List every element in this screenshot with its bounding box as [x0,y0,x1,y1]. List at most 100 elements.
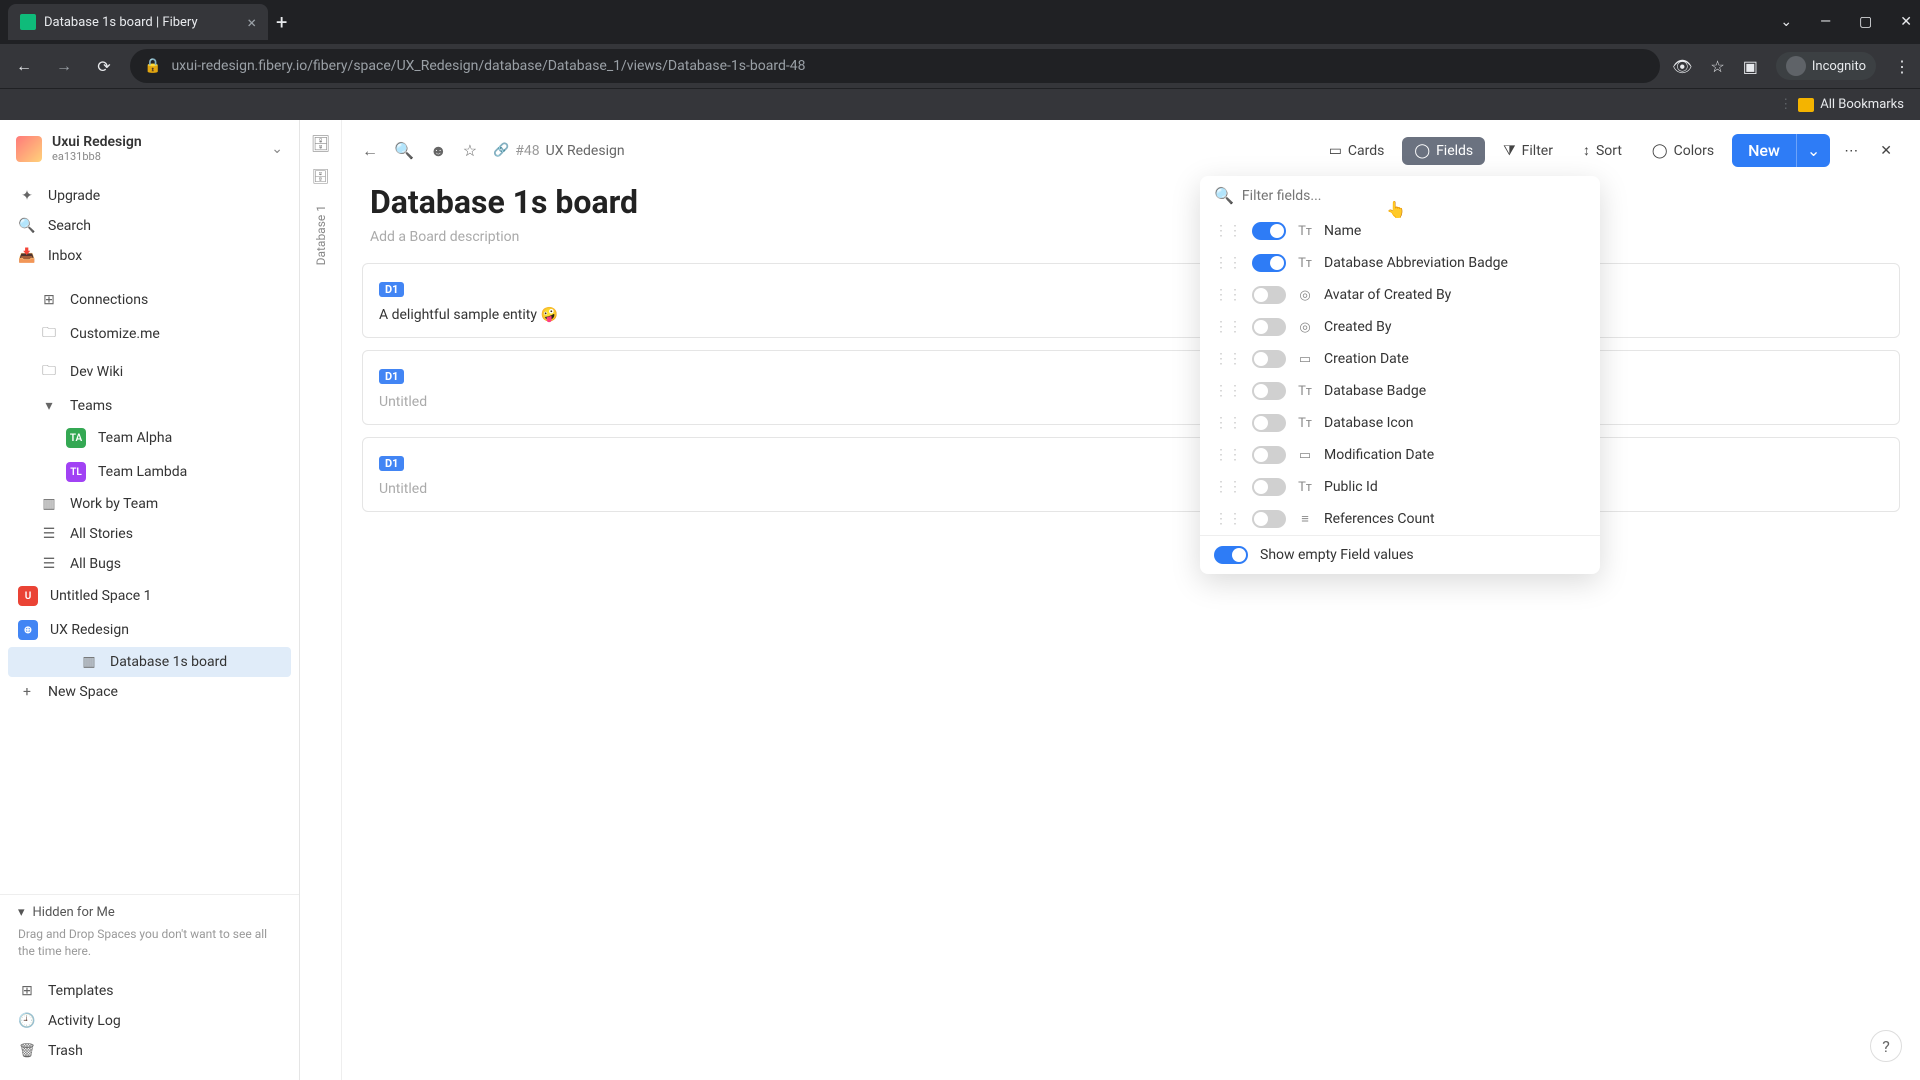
sidebar-item-team-alpha[interactable]: TA Team Alpha [0,421,299,455]
show-empty-toggle[interactable] [1214,546,1248,564]
inbox-button[interactable]: 📥 Inbox [0,241,299,271]
more-menu-icon[interactable]: ⋯ [1836,137,1866,165]
drag-handle-icon[interactable]: ⋮⋮ [1214,351,1242,367]
sidebar-item-all-stories[interactable]: ☰ All Stories [0,519,299,549]
cards-button[interactable]: ▭ Cards [1317,137,1397,165]
database-icon[interactable]: 🗄 [310,134,330,153]
search-button[interactable]: 🔍 Search [0,211,299,241]
templates-button[interactable]: ⊞ Templates [0,976,299,1006]
all-bookmarks-button[interactable]: All Bookmarks [1820,97,1904,112]
favicon [20,14,36,30]
favorite-star-icon[interactable]: ☆ [463,141,477,160]
board-icon: ▥ [40,496,58,512]
sidebar-item-ux-redesign[interactable]: ⊕ UX Redesign [0,613,299,647]
field-toggle[interactable] [1252,350,1286,368]
board-card[interactable]: D1Untitled [362,437,1900,512]
filter-button[interactable]: ⧩ Filter [1491,137,1565,165]
field-type-icon: ▭ [1296,352,1314,367]
minimize-icon[interactable]: ― [1820,14,1831,30]
panel-icon[interactable]: ▣ [1743,57,1758,76]
kebab-menu-icon[interactable]: ⋮ [1894,57,1910,76]
field-toggle[interactable] [1252,222,1286,240]
trash-button[interactable]: 🗑 Trash [0,1036,299,1066]
field-toggle[interactable] [1252,478,1286,496]
drag-handle-icon[interactable]: ⋮⋮ [1214,511,1242,527]
incognito-label: Incognito [1812,59,1866,74]
sidebar-item-devwiki[interactable]: 🗀 Dev Wiki [0,353,299,391]
sidebar-item-customize[interactable]: 🗀 Customize.me [0,315,299,353]
field-row[interactable]: ⋮⋮TᴛPublic Id [1200,471,1600,503]
drag-handle-icon[interactable]: ⋮⋮ [1214,447,1242,463]
drag-handle-icon[interactable]: ⋮⋮ [1214,287,1242,303]
back-button[interactable]: ← [10,52,38,80]
field-row[interactable]: ⋮⋮≡References Count [1200,503,1600,535]
field-toggle[interactable] [1252,414,1286,432]
field-row[interactable]: ⋮⋮TᴛDatabase Abbreviation Badge [1200,247,1600,279]
field-row[interactable]: ⋮⋮TᴛDatabase Badge [1200,375,1600,407]
database-tab[interactable]: 🗄 [312,169,330,185]
browser-tab[interactable]: Database 1s board | Fibery × [8,4,268,40]
eye-off-icon[interactable]: 👁 [1672,57,1692,76]
activity-log-button[interactable]: 🕘 Activity Log [0,1006,299,1036]
field-row[interactable]: ⋮⋮TᴛName [1200,215,1600,247]
board-card[interactable]: D1A delightful sample entity 🤪 [362,263,1900,338]
forward-button[interactable]: → [50,52,78,80]
board-card[interactable]: D1Untitled [362,350,1900,425]
incognito-badge[interactable]: Incognito [1776,52,1876,80]
drag-handle-icon[interactable]: ⋮⋮ [1214,479,1242,495]
fields-button[interactable]: ◯ Fields [1402,137,1485,165]
drag-handle-icon[interactable]: ⋮⋮ [1214,223,1242,239]
drag-handle-icon[interactable]: ⋮⋮ [1214,255,1242,271]
emoji-icon[interactable]: ☻ [430,141,447,161]
field-toggle[interactable] [1252,254,1286,272]
drag-handle-icon[interactable]: ⋮⋮ [1214,319,1242,335]
new-tab-button[interactable]: + [276,10,287,34]
upgrade-button[interactable]: ✦ Upgrade [0,181,299,211]
field-toggle[interactable] [1252,510,1286,528]
breadcrumb-space[interactable]: UX Redesign [546,143,625,159]
bookmark-star-icon[interactable]: ☆ [1710,57,1724,76]
close-panel-icon[interactable]: ✕ [1872,137,1900,165]
field-row[interactable]: ⋮⋮◎Avatar of Created By [1200,279,1600,311]
field-row[interactable]: ⋮⋮◎Created By [1200,311,1600,343]
sidebar-item-work-by-team[interactable]: ▥ Work by Team [0,489,299,519]
field-toggle[interactable] [1252,286,1286,304]
sidebar-item-connections[interactable]: ⊞ Connections [0,285,299,315]
field-row[interactable]: ⋮⋮▭Modification Date [1200,439,1600,471]
address-bar[interactable]: 🔒 uxui-redesign.fibery.io/fibery/space/U… [130,49,1660,83]
history-chevron-icon[interactable]: ⌄ [1780,14,1792,30]
sidebar-item-all-bugs[interactable]: ☰ All Bugs [0,549,299,579]
field-toggle[interactable] [1252,446,1286,464]
sidebar-item-db1-board[interactable]: ▥ Database 1s board [8,647,291,677]
new-space-button[interactable]: + New Space [0,677,299,707]
tab-close-icon[interactable]: × [247,13,256,32]
field-toggle[interactable] [1252,382,1286,400]
reload-button[interactable]: ⟳ [90,52,118,80]
view-back-button[interactable]: ← [362,141,378,161]
window-close-icon[interactable]: ✕ [1900,14,1912,30]
sidebar-item-untitled-space[interactable]: U Untitled Space 1 [0,579,299,613]
search-icon[interactable]: 🔍 [394,141,414,160]
fields-filter-input[interactable] [1242,188,1586,204]
entity-id[interactable]: #48 [515,143,539,159]
new-button[interactable]: New [1732,134,1796,167]
field-row[interactable]: ⋮⋮TᴛDatabase Icon [1200,407,1600,439]
new-dropdown-button[interactable]: ⌄ [1796,134,1830,167]
chevron-down-icon[interactable]: ⌄ [271,141,283,157]
colors-button[interactable]: ◯ Colors [1640,137,1726,165]
drag-handle-icon[interactable]: ⋮⋮ [1214,383,1242,399]
hidden-for-me-toggle[interactable]: ▾ Hidden for Me [18,905,281,920]
sidebar-item-team-lambda[interactable]: TL Team Lambda [0,455,299,489]
sidebar-item-teams[interactable]: ▾ Teams [0,391,299,421]
field-row[interactable]: ⋮⋮▭Creation Date [1200,343,1600,375]
sort-button[interactable]: ↕ Sort [1571,136,1634,165]
drag-handle-icon[interactable]: ⋮⋮ [1214,415,1242,431]
field-toggle[interactable] [1252,318,1286,336]
workspace-switcher[interactable]: Uxui Redesign ea131bb8 ⌄ [0,120,299,177]
maximize-icon[interactable]: ▢ [1859,14,1872,30]
clock-icon: 🕘 [18,1013,36,1029]
help-button[interactable]: ? [1870,1030,1902,1062]
page-title[interactable]: Database 1s board [370,183,1892,221]
description-input[interactable]: Add a Board description [370,229,1892,245]
space-chip: ⊕ [18,620,38,640]
